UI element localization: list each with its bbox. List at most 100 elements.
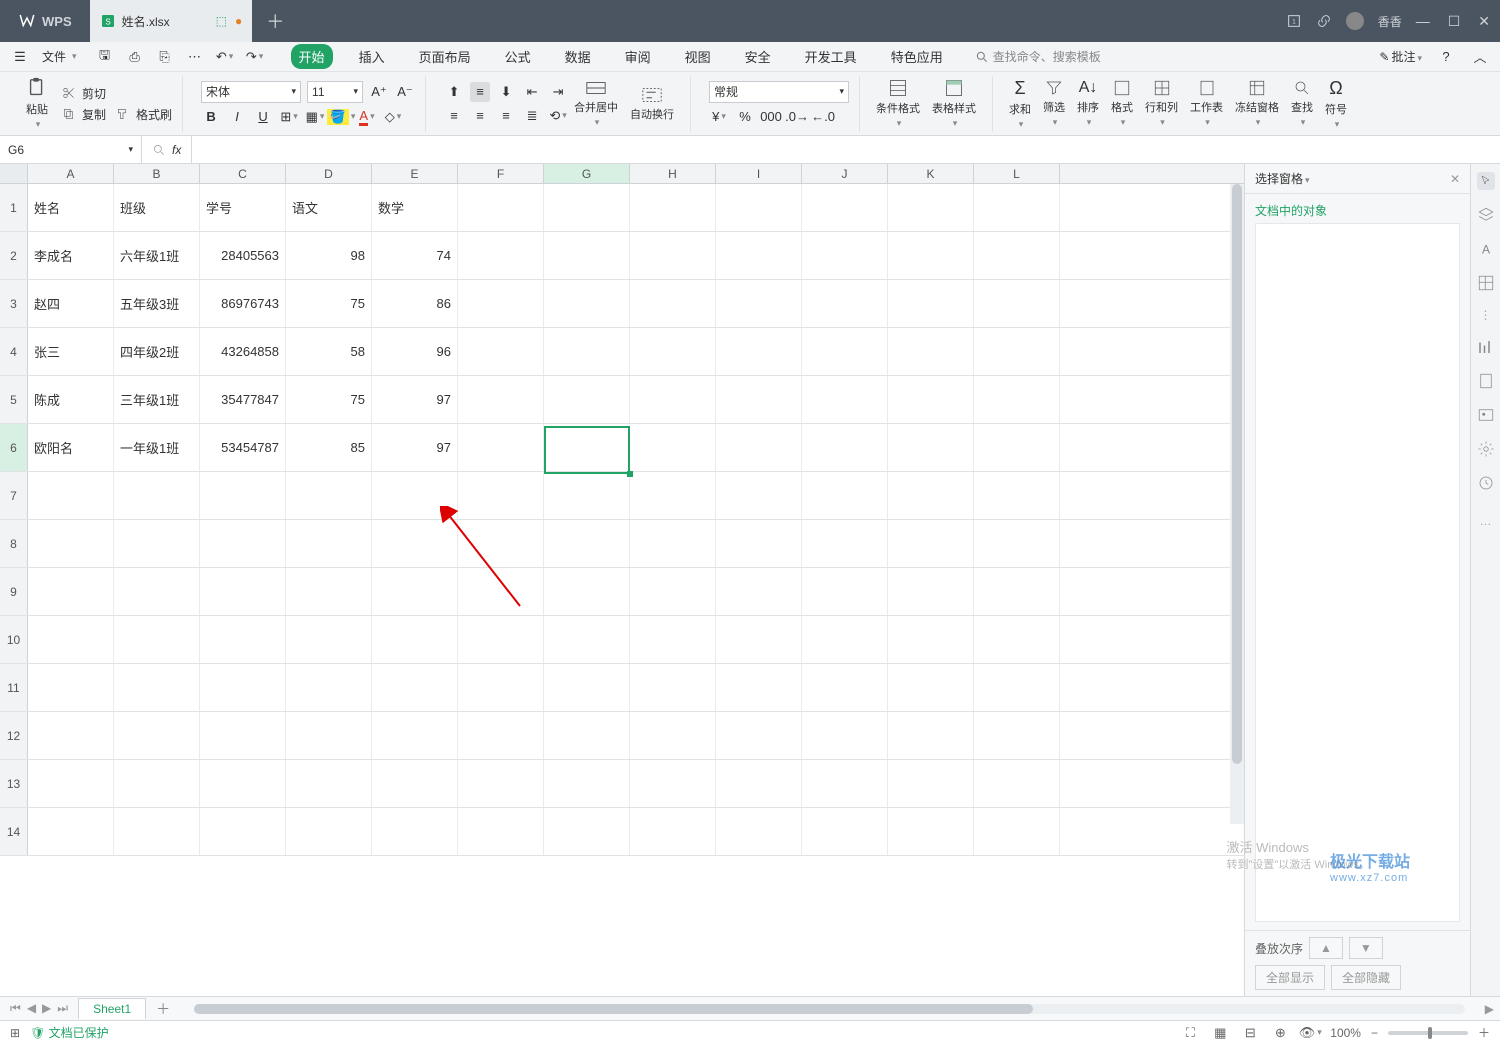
cell-J10[interactable]: [802, 616, 888, 663]
cell-E9[interactable]: [372, 568, 458, 615]
cell-A11[interactable]: [28, 664, 114, 711]
cell-I4[interactable]: [716, 328, 802, 375]
sum-button[interactable]: Σ求和: [1003, 76, 1037, 132]
italic-button[interactable]: I: [227, 107, 247, 127]
cell-H10[interactable]: [630, 616, 716, 663]
format-button[interactable]: 格式: [1105, 77, 1139, 130]
collapse-ribbon-icon[interactable]: ︿: [1470, 47, 1490, 67]
cell-L4[interactable]: [974, 328, 1060, 375]
cell-B9[interactable]: [114, 568, 200, 615]
tab-devtools[interactable]: 开发工具: [797, 44, 865, 69]
cell-K5[interactable]: [888, 376, 974, 423]
image-icon[interactable]: [1477, 406, 1495, 424]
sheet-tab-1[interactable]: Sheet1: [78, 998, 146, 1019]
rowhdr-2[interactable]: 2: [0, 232, 28, 279]
cell-G13[interactable]: [544, 760, 630, 807]
rowhdr-6[interactable]: 6: [0, 424, 28, 471]
cell-D13[interactable]: [286, 760, 372, 807]
copy-button[interactable]: 复制: [62, 106, 106, 123]
zoom-icon[interactable]: [152, 143, 166, 157]
tab-data[interactable]: 数据: [557, 44, 599, 69]
protect-status[interactable]: 🛡 文档已保护: [30, 1024, 109, 1041]
cell-L5[interactable]: [974, 376, 1060, 423]
cell-F6[interactable]: [458, 424, 544, 471]
indent-increase-icon[interactable]: ⇥: [548, 82, 568, 102]
cell-A9[interactable]: [28, 568, 114, 615]
cell-K8[interactable]: [888, 520, 974, 567]
currency-icon[interactable]: ¥: [709, 107, 729, 127]
fullscreen-icon[interactable]: ⛶: [1180, 1023, 1200, 1043]
font-size-select[interactable]: 11▾: [307, 81, 363, 103]
tab-special[interactable]: 特色应用: [883, 44, 951, 69]
cell-E10[interactable]: [372, 616, 458, 663]
cell-K3[interactable]: [888, 280, 974, 327]
cell-H14[interactable]: [630, 808, 716, 855]
cell-D3[interactable]: 75: [286, 280, 372, 327]
cell-L11[interactable]: [974, 664, 1060, 711]
cell-F13[interactable]: [458, 760, 544, 807]
cell-D4[interactable]: 58: [286, 328, 372, 375]
name-box[interactable]: G6▾: [0, 136, 142, 163]
help-icon[interactable]: ?: [1436, 47, 1456, 67]
cut-button[interactable]: 剪切: [62, 85, 172, 102]
rowhdr-4[interactable]: 4: [0, 328, 28, 375]
cell-J13[interactable]: [802, 760, 888, 807]
cell-G3[interactable]: [544, 280, 630, 327]
show-all-button[interactable]: 全部显示: [1255, 965, 1325, 990]
close-icon[interactable]: ✕: [1478, 13, 1490, 30]
rail-more[interactable]: …: [1480, 514, 1492, 528]
cell-E3[interactable]: 86: [372, 280, 458, 327]
cell-L9[interactable]: [974, 568, 1060, 615]
cell-E6[interactable]: 97: [372, 424, 458, 471]
cell-H9[interactable]: [630, 568, 716, 615]
wrap-text-button[interactable]: 自动换行: [624, 84, 680, 124]
cell-B8[interactable]: [114, 520, 200, 567]
indent-decrease-icon[interactable]: ⇤: [522, 82, 542, 102]
cell-I11[interactable]: [716, 664, 802, 711]
cell-K10[interactable]: [888, 616, 974, 663]
cell-F7[interactable]: [458, 472, 544, 519]
cell-L10[interactable]: [974, 616, 1060, 663]
cell-I1[interactable]: [716, 184, 802, 231]
cell-G5[interactable]: [544, 376, 630, 423]
cell-B13[interactable]: [114, 760, 200, 807]
cell-F10[interactable]: [458, 616, 544, 663]
cell-D14[interactable]: [286, 808, 372, 855]
cell-H11[interactable]: [630, 664, 716, 711]
cell-C12[interactable]: [200, 712, 286, 759]
rowhdr-12[interactable]: 12: [0, 712, 28, 759]
chart-icon[interactable]: [1477, 338, 1495, 356]
cell-E2[interactable]: 74: [372, 232, 458, 279]
border-button[interactable]: ⊞: [279, 107, 299, 127]
cell-E13[interactable]: [372, 760, 458, 807]
command-search[interactable]: 查找命令、搜索模板: [975, 48, 1101, 65]
underline-button[interactable]: U: [253, 107, 273, 127]
decrease-font-icon[interactable]: A⁻: [395, 82, 415, 102]
tab-security[interactable]: 安全: [737, 44, 779, 69]
print-preview-icon[interactable]: ⎙: [125, 47, 145, 67]
zoom-slider[interactable]: [1388, 1031, 1468, 1035]
cell-L7[interactable]: [974, 472, 1060, 519]
wps-logo[interactable]: WPS: [0, 12, 90, 30]
cell-D11[interactable]: [286, 664, 372, 711]
increase-decimal-icon[interactable]: .0→: [787, 107, 807, 127]
format-painter-button[interactable]: 格式刷: [116, 106, 172, 123]
cell-G8[interactable]: [544, 520, 630, 567]
align-middle-icon[interactable]: ≡: [470, 82, 490, 102]
col-I[interactable]: I: [716, 164, 802, 183]
cell-C14[interactable]: [200, 808, 286, 855]
cell-G11[interactable]: [544, 664, 630, 711]
cell-C5[interactable]: 35477847: [200, 376, 286, 423]
cell-D2[interactable]: 98: [286, 232, 372, 279]
cell-B7[interactable]: [114, 472, 200, 519]
cell-A3[interactable]: 赵四: [28, 280, 114, 327]
cell-F8[interactable]: [458, 520, 544, 567]
cell-K4[interactable]: [888, 328, 974, 375]
cell-A1[interactable]: 姓名: [28, 184, 114, 231]
cell-B3[interactable]: 五年级3班: [114, 280, 200, 327]
cell-I5[interactable]: [716, 376, 802, 423]
cell-K11[interactable]: [888, 664, 974, 711]
cell-H8[interactable]: [630, 520, 716, 567]
justify-icon[interactable]: ≣: [522, 106, 542, 126]
rowhdr-9[interactable]: 9: [0, 568, 28, 615]
